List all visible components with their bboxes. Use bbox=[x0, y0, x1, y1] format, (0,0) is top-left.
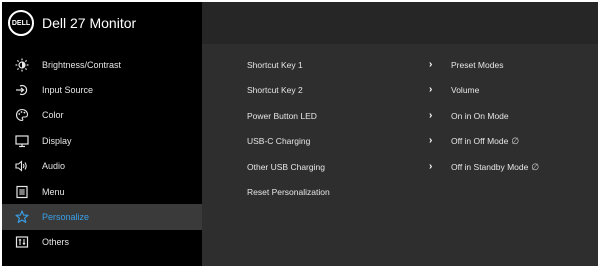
option-label: USB-C Charging bbox=[247, 136, 311, 147]
monitor-title: Dell 27 Monitor bbox=[42, 15, 137, 31]
option-value: Volume bbox=[451, 85, 480, 96]
option-value: Off in Off Mode bbox=[451, 136, 509, 147]
monitor-osd: DELL Dell 27 Monitor Brightness/Contrast… bbox=[2, 2, 598, 266]
eco-leaf-icon: ∅ bbox=[511, 136, 520, 147]
sidebar-item-label: Input Source bbox=[42, 85, 94, 96]
option-power-button-led[interactable]: Power Button LED › On in On Mode bbox=[247, 109, 597, 136]
option-value: Preset Modes bbox=[451, 60, 504, 70]
option-shortcut-key-2[interactable]: Shortcut Key 2 › Volume bbox=[247, 84, 597, 110]
sidebar-menu: Brightness/Contrast Input Source Color D… bbox=[2, 52, 202, 255]
option-label: Reset Personalization bbox=[247, 186, 330, 197]
option-label: Shortcut Key 1 bbox=[247, 60, 303, 70]
sidebar-item-label: Display bbox=[42, 135, 72, 146]
sidebar-item-input-source[interactable]: Input Source bbox=[2, 77, 202, 102]
option-label: Shortcut Key 2 bbox=[247, 85, 303, 96]
menu-icon bbox=[15, 185, 29, 199]
option-usb-c-charging[interactable]: USB-C Charging › Off in Off Mode ∅ bbox=[247, 135, 597, 161]
chevron-right-icon: › bbox=[429, 84, 433, 96]
option-label: Other USB Charging bbox=[247, 161, 325, 172]
display-icon bbox=[15, 134, 29, 148]
sidebar-item-personalize[interactable]: Personalize bbox=[2, 204, 202, 230]
option-label: Power Button LED bbox=[247, 110, 317, 121]
option-value-wrap: Off in Standby Mode ∅ bbox=[451, 162, 539, 173]
eco-leaf-icon: ∅ bbox=[531, 161, 540, 172]
chevron-right-icon: › bbox=[429, 135, 433, 147]
sidebar-item-label: Menu bbox=[42, 186, 65, 197]
option-value: On in On Mode bbox=[451, 110, 509, 121]
sidebar-item-label: Others bbox=[42, 237, 70, 248]
personalize-options: Shortcut Key 1 › Preset Modes Shortcut K… bbox=[247, 59, 597, 212]
option-other-usb-charging[interactable]: Other USB Charging › Off in Standby Mode… bbox=[247, 160, 597, 187]
sidebar-item-label: Audio bbox=[42, 161, 66, 172]
header-right-panel bbox=[202, 2, 598, 44]
osd-header: DELL Dell 27 Monitor bbox=[2, 2, 598, 44]
others-icon bbox=[15, 235, 29, 249]
sidebar-item-color[interactable]: Color bbox=[2, 103, 202, 128]
option-shortcut-key-1[interactable]: Shortcut Key 1 › Preset Modes bbox=[247, 59, 597, 85]
dell-logo: DELL bbox=[8, 10, 34, 36]
sidebar-item-label: Color bbox=[42, 110, 64, 121]
sidebar-item-label: Brightness/Contrast bbox=[42, 59, 122, 70]
option-value-wrap: Off in Off Mode ∅ bbox=[451, 136, 519, 147]
star-icon bbox=[15, 210, 29, 224]
sidebar-item-menu[interactable]: Menu bbox=[2, 179, 202, 204]
audio-icon bbox=[15, 159, 29, 173]
chevron-right-icon: › bbox=[429, 109, 433, 121]
sidebar-item-label: Personalize bbox=[42, 212, 90, 223]
sidebar-item-brightness-contrast[interactable]: Brightness/Contrast bbox=[2, 52, 202, 77]
chevron-right-icon: › bbox=[429, 160, 433, 172]
chevron-right-icon: › bbox=[429, 59, 433, 70]
brightness-icon bbox=[15, 58, 29, 72]
sidebar-item-display[interactable]: Display bbox=[2, 128, 202, 153]
color-icon bbox=[15, 108, 29, 122]
input-source-icon bbox=[15, 83, 29, 97]
sidebar-item-audio[interactable]: Audio bbox=[2, 154, 202, 179]
option-reset-personalization[interactable]: Reset Personalization bbox=[247, 187, 597, 212]
sidebar-item-others[interactable]: Others bbox=[2, 230, 202, 255]
option-value: Off in Standby Mode bbox=[451, 161, 529, 172]
